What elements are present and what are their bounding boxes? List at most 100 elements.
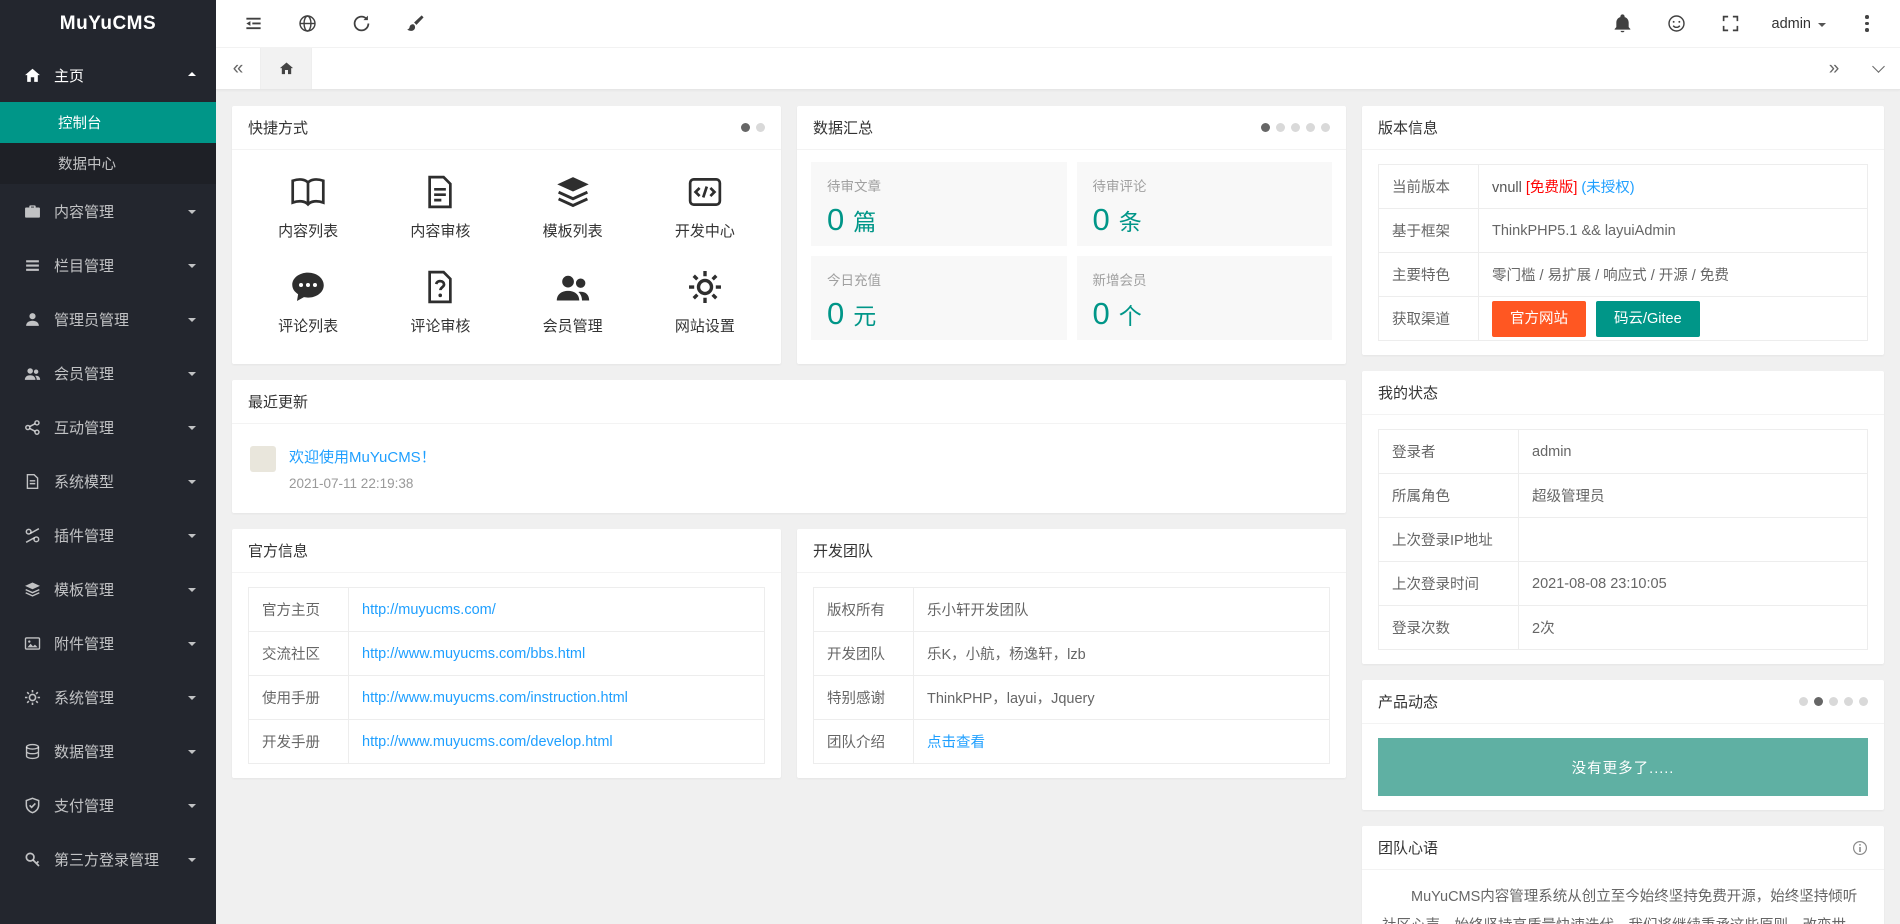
shortcut-item[interactable]: 网站设置 bbox=[639, 255, 771, 350]
info-icon[interactable] bbox=[1852, 840, 1868, 856]
caret-down-icon bbox=[188, 534, 196, 542]
table-row: 开发团队乐K，小航，杨逸轩，lzb bbox=[814, 632, 1330, 676]
clear-cache-button[interactable] bbox=[388, 0, 442, 48]
sidebar-item[interactable]: 主页 bbox=[0, 48, 216, 102]
shortcut-item[interactable]: 内容审核 bbox=[374, 160, 506, 255]
tabbar-right: » bbox=[1812, 48, 1900, 89]
carousel-dot[interactable] bbox=[1306, 123, 1315, 132]
row-link[interactable]: http://muyucms.com/ bbox=[362, 602, 496, 618]
stat-box: 待审评论0条 bbox=[1077, 162, 1333, 246]
row-link[interactable]: http://www.muyucms.com/develop.html bbox=[362, 734, 613, 750]
table-row: 主要特色零门槛 / 易扩展 / 响应式 / 开源 / 免费 bbox=[1379, 253, 1868, 297]
sidebar-item[interactable]: 第三方登录管理 bbox=[0, 832, 216, 886]
row-link[interactable]: (未授权) bbox=[1581, 180, 1634, 196]
row-value: ThinkPHP5.1 && layuiAdmin bbox=[1479, 209, 1868, 253]
bell-icon bbox=[1613, 14, 1632, 33]
stat-box: 今日充值0元 bbox=[811, 256, 1067, 340]
card-dev-team: 开发团队 版权所有乐小轩开发团队开发团队乐K，小航，杨逸轩，lzb特别感谢Thi… bbox=[797, 529, 1346, 778]
sidebar-item[interactable]: 管理员管理 bbox=[0, 292, 216, 346]
shortcut-item[interactable]: 会员管理 bbox=[507, 255, 639, 350]
sidebar-item[interactable]: 互动管理 bbox=[0, 400, 216, 454]
carousel-dot[interactable] bbox=[741, 123, 750, 132]
message-button[interactable] bbox=[1650, 0, 1704, 48]
shortcut-item[interactable]: 评论列表 bbox=[242, 255, 374, 350]
tabs-scroll-right-button[interactable]: » bbox=[1812, 48, 1856, 89]
sidebar-subitem[interactable]: 数据中心 bbox=[0, 143, 216, 184]
dev-team-table: 版权所有乐小轩开发团队开发团队乐K，小航，杨逸轩，lzb特别感谢ThinkPHP… bbox=[813, 587, 1330, 764]
tabs-menu-button[interactable] bbox=[1856, 48, 1900, 89]
tools-icon bbox=[24, 527, 41, 544]
tab-home[interactable] bbox=[260, 48, 312, 89]
row-link[interactable]: 点击查看 bbox=[927, 735, 985, 751]
row-value: 2次 bbox=[1519, 606, 1868, 650]
sidebar-item[interactable]: 支付管理 bbox=[0, 778, 216, 832]
sidebar-subitem[interactable]: 控制台 bbox=[0, 102, 216, 143]
sidebar-item[interactable]: 栏目管理 bbox=[0, 238, 216, 292]
case-icon bbox=[24, 203, 41, 220]
shortcut-label: 评论审核 bbox=[410, 315, 470, 336]
sidebar-item[interactable]: 系统模型 bbox=[0, 454, 216, 508]
caret-up-icon bbox=[188, 68, 196, 76]
carousel-dot[interactable] bbox=[1799, 697, 1808, 706]
user-menu[interactable]: admin bbox=[1758, 16, 1841, 32]
more-menu-button[interactable] bbox=[1840, 0, 1894, 48]
fullscreen-button[interactable] bbox=[1704, 0, 1758, 48]
stats-grid: 待审文章0篇待审评论0条今日充值0元新增会员0个 bbox=[797, 150, 1346, 352]
refresh-button[interactable] bbox=[334, 0, 388, 48]
card-title: 数据汇总 bbox=[813, 117, 873, 138]
sidebar-item-label: 栏目管理 bbox=[54, 255, 114, 276]
sidebar-item[interactable]: 模板管理 bbox=[0, 562, 216, 616]
update-link[interactable]: 欢迎使用MuYuCMS！ bbox=[289, 449, 436, 466]
channel-button[interactable]: 官方网站 bbox=[1492, 301, 1586, 337]
book-icon bbox=[290, 174, 326, 210]
table-row: 所属角色超级管理员 bbox=[1379, 474, 1868, 518]
doc-icon bbox=[24, 473, 41, 490]
shortcut-label: 评论列表 bbox=[278, 315, 338, 336]
row-link[interactable]: http://www.muyucms.com/instruction.html bbox=[362, 690, 628, 706]
shortcut-item[interactable]: 评论审核 bbox=[374, 255, 506, 350]
row-label: 使用手册 bbox=[249, 676, 349, 720]
row-link[interactable]: http://www.muyucms.com/bbs.html bbox=[362, 646, 585, 662]
row-label: 开发团队 bbox=[814, 632, 914, 676]
sidebar-item[interactable]: 插件管理 bbox=[0, 508, 216, 562]
carousel-dot[interactable] bbox=[1291, 123, 1300, 132]
stat-number: 0个 bbox=[1093, 296, 1317, 332]
shortcut-item[interactable]: 模板列表 bbox=[507, 160, 639, 255]
shortcut-label: 会员管理 bbox=[543, 315, 603, 336]
carousel-dot[interactable] bbox=[756, 123, 765, 132]
shortcut-item[interactable]: 内容列表 bbox=[242, 160, 374, 255]
table-row: 登录次数2次 bbox=[1379, 606, 1868, 650]
table-row: 特别感谢ThinkPHP，layui，Jquery bbox=[814, 676, 1330, 720]
carousel-dot[interactable] bbox=[1844, 697, 1853, 706]
carousel-dots bbox=[741, 123, 765, 132]
caret-down-icon bbox=[188, 696, 196, 704]
shortcut-item[interactable]: 开发中心 bbox=[639, 160, 771, 255]
fullscreen-icon bbox=[1721, 14, 1740, 33]
sidebar-item[interactable]: 系统管理 bbox=[0, 670, 216, 724]
carousel-dot[interactable] bbox=[1829, 697, 1838, 706]
sidebar-item[interactable]: 数据管理 bbox=[0, 724, 216, 778]
card-summary: 数据汇总 待审文章0篇待审评论0条今日充值0元新增会员0个 bbox=[797, 106, 1346, 364]
tabs-scroll-left-button[interactable]: « bbox=[216, 48, 260, 89]
carousel-dot[interactable] bbox=[1261, 123, 1270, 132]
sidebar-item[interactable]: 会员管理 bbox=[0, 346, 216, 400]
carousel-dot[interactable] bbox=[1276, 123, 1285, 132]
row-label: 主要特色 bbox=[1379, 253, 1479, 297]
carousel-dot[interactable] bbox=[1859, 697, 1868, 706]
notifications-button[interactable] bbox=[1596, 0, 1650, 48]
sidebar-item[interactable]: 附件管理 bbox=[0, 616, 216, 670]
channel-button[interactable]: 码云/Gitee bbox=[1596, 301, 1700, 337]
stat-box: 待审文章0篇 bbox=[811, 162, 1067, 246]
site-home-button[interactable] bbox=[280, 0, 334, 48]
chevron-down-icon bbox=[1872, 60, 1885, 73]
carousel-dot[interactable] bbox=[1321, 123, 1330, 132]
caret-down-icon bbox=[188, 588, 196, 596]
update-time: 2021-07-11 22:19:38 bbox=[289, 476, 436, 491]
sidebar-item[interactable]: 内容管理 bbox=[0, 184, 216, 238]
carousel-dot[interactable] bbox=[1814, 697, 1823, 706]
row-label: 基于框架 bbox=[1379, 209, 1479, 253]
sidebar-menu: 主页控制台数据中心内容管理栏目管理管理员管理会员管理互动管理系统模型插件管理模板… bbox=[0, 48, 216, 886]
card-version-info: 版本信息 当前版本vnull[免费版](未授权)基于框架ThinkPHP5.1 … bbox=[1362, 106, 1884, 355]
sidebar-toggle-button[interactable] bbox=[226, 0, 280, 48]
sidebar-item-label: 支付管理 bbox=[54, 795, 114, 816]
